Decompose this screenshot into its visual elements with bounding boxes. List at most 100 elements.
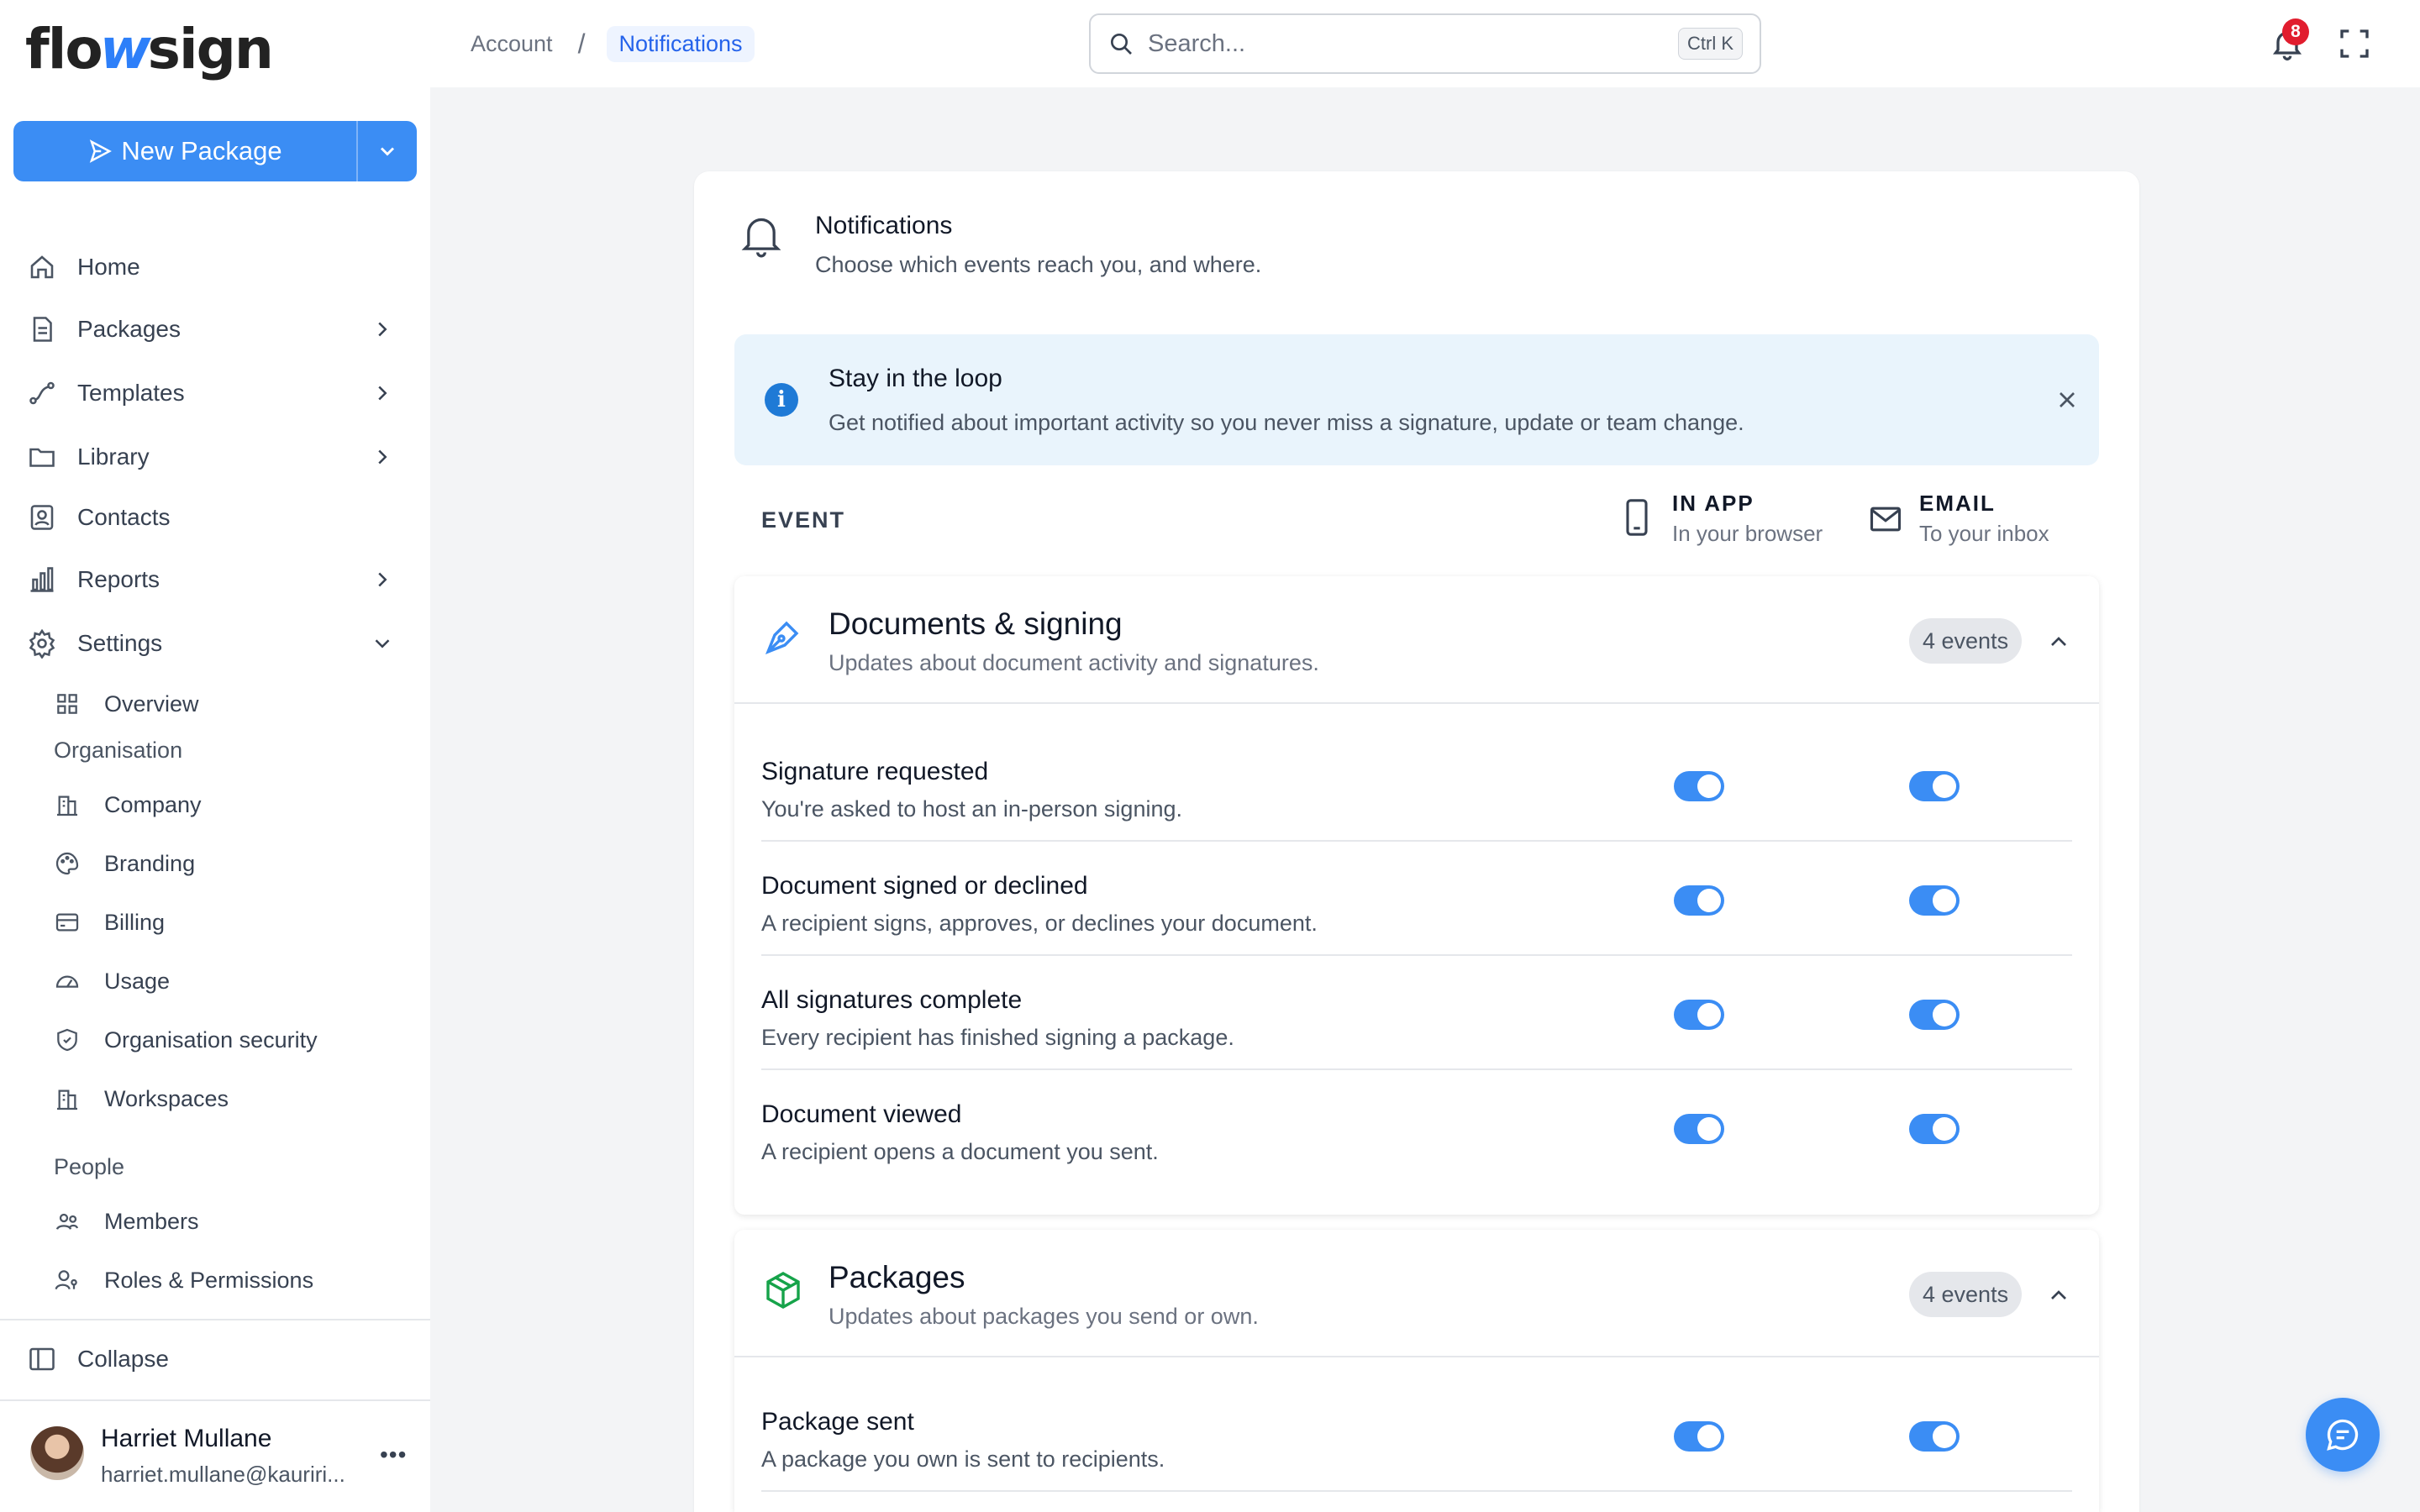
sidebar-item-billing[interactable]: Billing (0, 899, 430, 946)
sidebar-item-usage[interactable]: Usage (0, 958, 430, 1005)
new-package-button[interactable]: New Package (13, 121, 356, 181)
route-icon (29, 381, 55, 405)
email-toggle-document-viewed[interactable] (1909, 1114, 1960, 1144)
column-subheader-in-app: In your browser (1672, 521, 1823, 546)
breadcrumb-current: Notifications (607, 25, 755, 62)
page-subtitle: Choose which events reach you, and where… (815, 252, 1262, 277)
sidebar-item-label: Templates (77, 380, 185, 406)
email-toggle-package-sent[interactable] (1909, 1421, 1960, 1452)
event-count-badge: 4 events (1909, 1272, 2023, 1317)
search-box[interactable]: Ctrl K (1089, 13, 1761, 74)
sidebar-item-roles-permissions[interactable]: Roles & Permissions (0, 1257, 430, 1304)
sidebar-divider (0, 1399, 430, 1401)
sidebar-divider (0, 1319, 430, 1320)
user-name: Harriet Mullane (101, 1425, 272, 1452)
sidebar-item-label: Billing (104, 909, 166, 935)
flowsign-logo[interactable]: flo w sign (25, 15, 274, 82)
section-subtitle: Updates about document activity and sign… (829, 650, 1319, 675)
sidebar-item-organisation-security[interactable]: Organisation security (0, 1016, 430, 1063)
in-app-toggle-package-sent[interactable] (1674, 1421, 1724, 1452)
avatar (30, 1426, 84, 1480)
event-description: A recipient signs, approves, or declines… (761, 911, 1318, 936)
package-box-icon[interactable] (763, 1270, 803, 1310)
building-icon (57, 795, 77, 816)
sidebar-item-label: Branding (104, 850, 196, 876)
gear-icon (29, 628, 55, 659)
breadcrumb-account[interactable]: Account (471, 31, 553, 57)
email-toggle-all-signatures-complete[interactable] (1909, 1000, 1960, 1030)
event-title: Signature requested (761, 758, 989, 785)
section-subtitle: Updates about packages you send or own. (829, 1304, 1259, 1329)
sidebar-item-label: Settings (77, 630, 163, 656)
credit-card-icon (55, 913, 79, 932)
sidebar-item-packages[interactable]: Packages (0, 304, 430, 354)
sidebar-item-overview[interactable]: Overview (0, 680, 430, 727)
new-package-label: New Package (121, 136, 282, 165)
event-description: A package you own is sent to recipients. (761, 1446, 1165, 1472)
info-banner: i Stay in the loop Get notified about im… (734, 334, 2099, 465)
sidebar-group-people: People (54, 1154, 125, 1179)
close-icon[interactable] (2054, 386, 2081, 413)
chevron-up-icon[interactable] (2045, 628, 2072, 655)
bar-chart-icon (30, 567, 54, 592)
sidebar: New Package Home Packages Templates Libr… (0, 87, 430, 1512)
sidebar-item-label: Collapse (77, 1346, 169, 1372)
email-toggle-signature-requested[interactable] (1909, 771, 1960, 801)
user-menu-icon[interactable]: ••• (380, 1441, 407, 1468)
sidebar-item-home[interactable]: Home (0, 242, 430, 292)
search-input[interactable] (1148, 29, 1678, 58)
in-app-toggle-all-signatures-complete[interactable] (1674, 1000, 1724, 1030)
table-row: Package sent A package you own is sent t… (761, 1378, 2072, 1492)
chevron-right-icon (378, 386, 387, 401)
in-app-toggle-document-signed[interactable] (1674, 885, 1724, 916)
section-title: Packages (829, 1260, 965, 1294)
sidebar-item-branding[interactable]: Branding (0, 840, 430, 887)
column-header-in-app: IN APP (1672, 491, 1754, 516)
event-title: Document signed or declined (761, 872, 1088, 900)
sidebar-collapse-icon (29, 1347, 55, 1371)
chevron-right-icon (378, 322, 387, 337)
email-toggle-document-signed[interactable] (1909, 885, 1960, 916)
sidebar-item-label: Library (77, 444, 150, 470)
page-title: Notifications (815, 212, 953, 239)
event-description: You're asked to host an in-person signin… (761, 796, 1182, 822)
table-row: Signature requested You're asked to host… (761, 727, 2072, 842)
contacts-icon (30, 505, 54, 530)
chat-bubble-icon (2327, 1419, 2359, 1451)
folder-icon (29, 448, 55, 467)
chat-support-button[interactable] (2306, 1398, 2380, 1472)
sidebar-item-label: Members (104, 1208, 199, 1234)
sidebar-item-contacts[interactable]: Contacts (0, 492, 430, 543)
section-title: Documents & signing (829, 606, 1123, 641)
info-banner-text: Get notified about important activity so… (829, 410, 1744, 435)
logo-text-mid: w (99, 16, 151, 81)
new-package-dropdown-button[interactable] (356, 121, 417, 181)
building-icon (57, 1089, 77, 1110)
user-email: harriet.mullane@kauriri... (101, 1462, 345, 1487)
info-banner-title: Stay in the loop (829, 365, 1002, 392)
sidebar-item-library[interactable]: Library (0, 432, 430, 482)
sidebar-item-workspaces[interactable]: Workspaces (0, 1075, 430, 1122)
sidebar-item-members[interactable]: Members (0, 1198, 430, 1245)
mobile-icon (1626, 499, 1648, 536)
in-app-toggle-document-viewed[interactable] (1674, 1114, 1724, 1144)
breadcrumb: Account / Notifications (471, 24, 755, 64)
fullscreen-icon[interactable] (2338, 27, 2371, 60)
sidebar-collapse-button[interactable]: Collapse (0, 1334, 430, 1384)
in-app-toggle-signature-requested[interactable] (1674, 771, 1724, 801)
section-divider (734, 1356, 2099, 1357)
event-title: Document viewed (761, 1100, 962, 1128)
sidebar-item-templates[interactable]: Templates (0, 368, 430, 418)
chevron-up-icon[interactable] (2045, 1282, 2072, 1309)
sidebar-item-settings[interactable]: Settings (0, 618, 430, 669)
sidebar-item-company[interactable]: Company (0, 781, 430, 828)
user-profile[interactable]: Harriet Mullane harriet.mullane@kauriri.… (0, 1403, 430, 1512)
pen-nib-icon[interactable] (763, 617, 803, 657)
column-subheader-email: To your inbox (1919, 521, 2049, 546)
sidebar-item-reports[interactable]: Reports (0, 554, 430, 605)
new-package-split-button: New Package (13, 121, 417, 181)
sidebar-item-label: Workspaces (104, 1085, 229, 1111)
sidebar-group-organisation: Organisation (54, 738, 183, 763)
notification-count-badge: 8 (2282, 18, 2309, 45)
event-title: Package sent (761, 1408, 914, 1436)
